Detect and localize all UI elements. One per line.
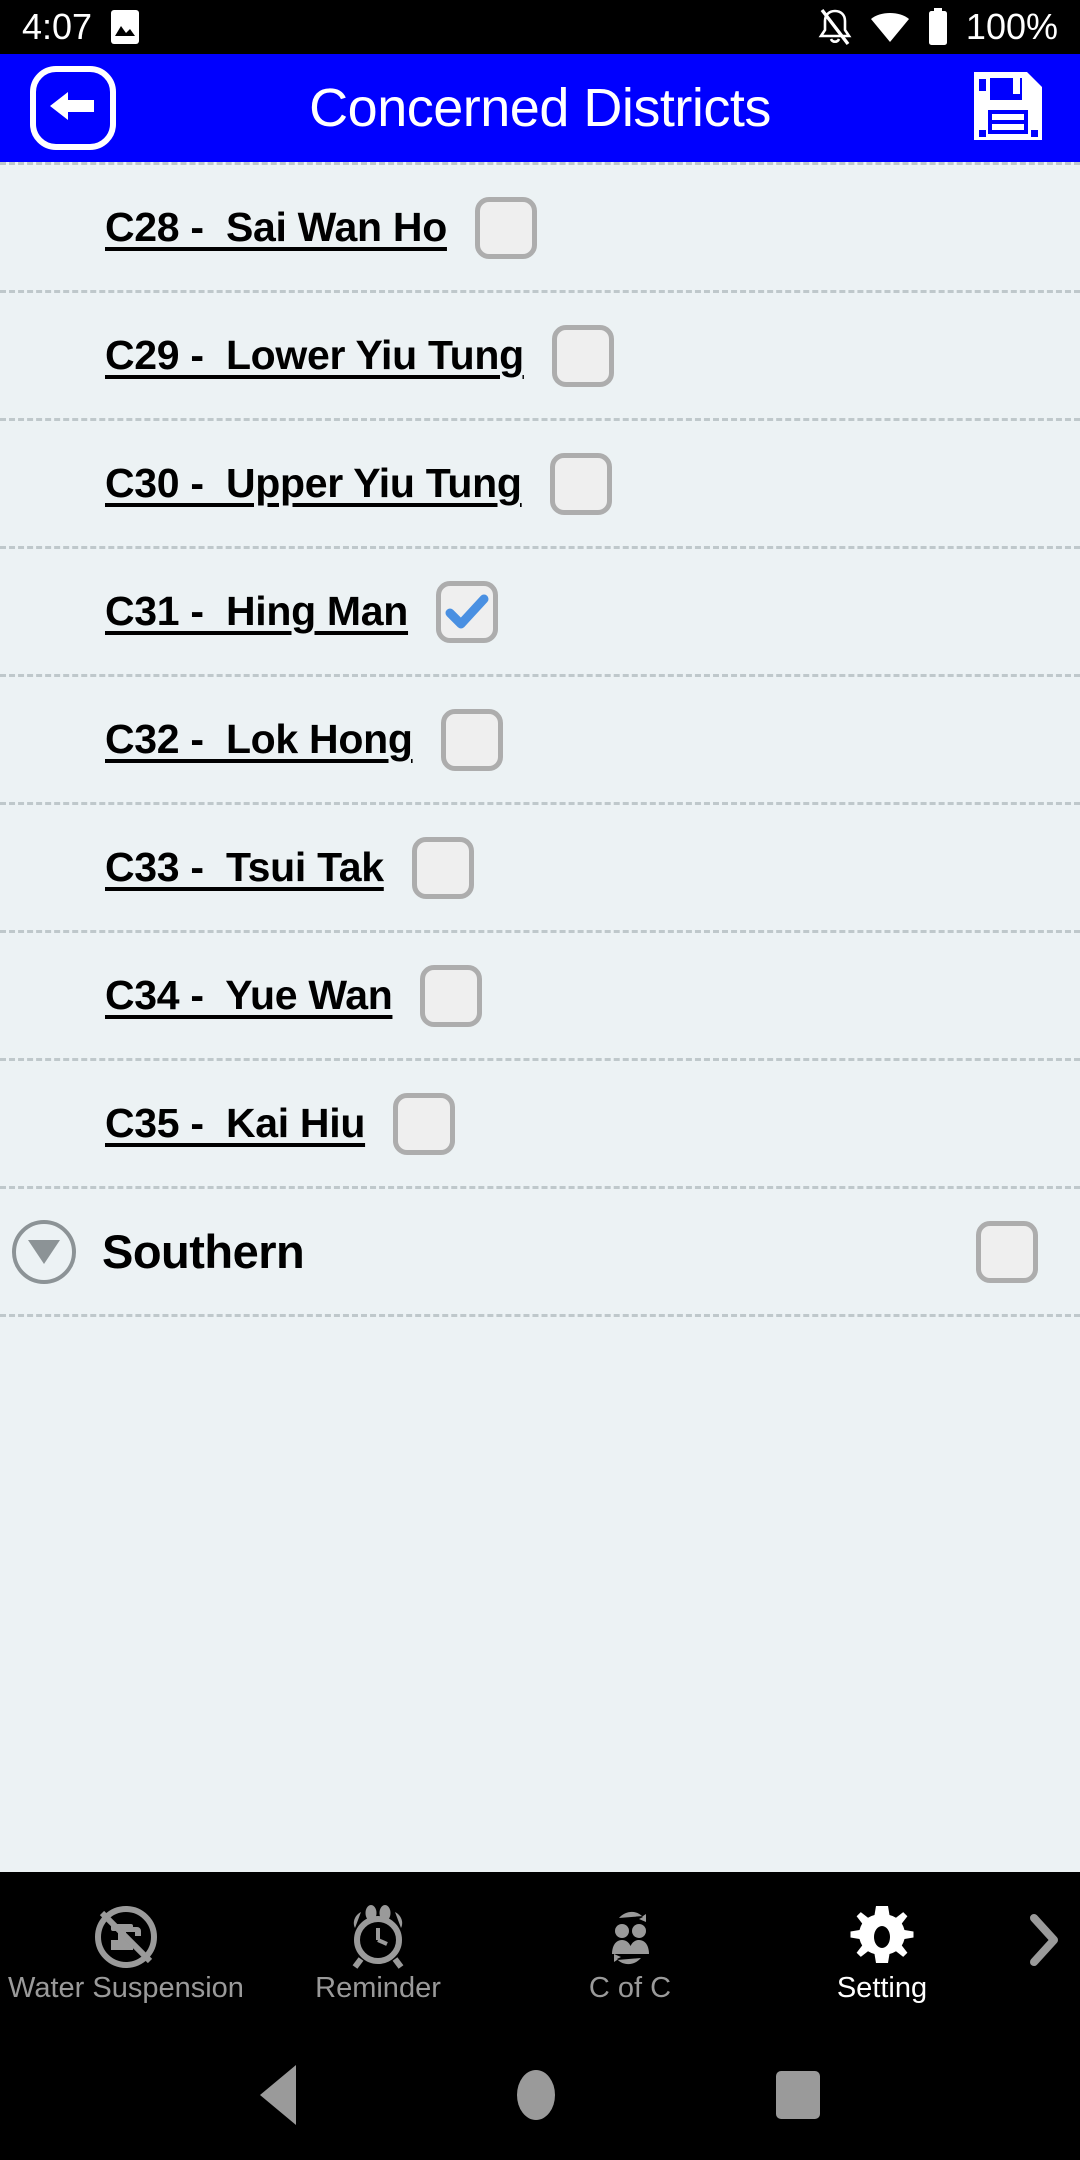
district-label: C32 - Lok Hong [105, 716, 413, 762]
wifi-icon [868, 9, 912, 45]
chevron-down-icon [28, 1239, 60, 1264]
row-divider [0, 1314, 1080, 1317]
battery-percent-label: 100% [965, 6, 1058, 47]
district-checkbox[interactable] [551, 324, 614, 387]
tab-water-suspension[interactable]: Water Suspension [0, 1872, 252, 2030]
no-water-tap-icon [93, 1905, 159, 1968]
group-checkbox[interactable] [976, 1220, 1038, 1283]
save-button[interactable] [966, 66, 1050, 150]
district-label: C29 - Lower Yiu Tung [105, 332, 524, 378]
district-checkbox[interactable] [440, 708, 503, 771]
app-screen: 4:07 100% Concerned Districts C28 - Sai … [0, 0, 1080, 2160]
android-navigation-bar [0, 2030, 1080, 2160]
district-label: C34 - Yue Wan [105, 972, 393, 1018]
arrow-left-icon [46, 84, 100, 133]
district-label: C30 - Upper Yiu Tung [105, 460, 522, 506]
district-label: C33 - Tsui Tak [105, 844, 384, 890]
table-row[interactable]: C34 - Yue Wan [0, 933, 1080, 1058]
circle-home-icon [516, 2070, 555, 2120]
district-checkbox[interactable] [474, 196, 537, 259]
tab-label: Water Suspension [8, 1971, 244, 2004]
table-row[interactable]: C32 - Lok Hong [0, 677, 1080, 802]
more-tabs-button[interactable] [1008, 1872, 1080, 2030]
nav-back-button[interactable] [260, 2065, 297, 2125]
table-row[interactable]: C31 - Hing Man [0, 549, 1080, 674]
group-label: Southern [102, 1225, 305, 1278]
status-time: 4:07 [22, 6, 93, 47]
table-row[interactable]: C30 - Upper Yiu Tung [0, 421, 1080, 546]
district-checkbox[interactable] [411, 836, 474, 899]
district-checkbox[interactable] [420, 964, 483, 1027]
status-left-icons [110, 9, 140, 45]
change-of-customer-icon [597, 1906, 663, 1968]
status-bar: 4:07 100% [0, 0, 1080, 54]
table-row[interactable]: C33 - Tsui Tak [0, 805, 1080, 930]
nav-recents-button[interactable] [775, 2071, 820, 2119]
district-label: C35 - Kai Hiu [105, 1100, 366, 1146]
back-button[interactable] [30, 66, 116, 150]
chevron-down-circle-icon[interactable] [12, 1219, 76, 1284]
page-title: Concerned Districts [309, 78, 771, 138]
table-row[interactable]: C35 - Kai Hiu [0, 1061, 1080, 1186]
notifications-off-icon [816, 7, 854, 47]
gear-icon [848, 1905, 916, 1968]
district-label: C31 - Hing Man [105, 588, 409, 634]
tab-reminder[interactable]: Reminder [252, 1872, 504, 2030]
district-checkbox[interactable] [393, 1092, 456, 1155]
triangle-back-icon [260, 2065, 297, 2125]
floppy-disk-save-icon [969, 67, 1047, 150]
image-icon [110, 9, 140, 45]
tab-setting[interactable]: Setting [756, 1872, 1008, 2030]
tab-c-of-c[interactable]: C of C [504, 1872, 756, 2030]
check-icon [445, 594, 489, 628]
bottom-tab-bar: Water Suspension Reminder C of C Setting [0, 1872, 1080, 2030]
chevron-right-icon [1027, 1912, 1061, 1973]
battery-full-icon [926, 7, 950, 47]
district-checkbox[interactable] [436, 580, 499, 643]
district-group-header[interactable]: Southern [0, 1189, 1080, 1314]
table-row[interactable]: C29 - Lower Yiu Tung [0, 293, 1080, 418]
nav-home-button[interactable] [516, 2070, 555, 2120]
square-recents-icon [775, 2071, 820, 2119]
table-row[interactable]: C28 - Sai Wan Ho [0, 165, 1080, 290]
tab-label: C of C [588, 1971, 672, 2004]
district-label: C28 - Sai Wan Ho [105, 204, 447, 250]
district-list[interactable]: C28 - Sai Wan Ho C29 - Lower Yiu Tung C30 … [0, 162, 1080, 1872]
tab-label: Setting [836, 1971, 928, 2004]
tab-label: Reminder [315, 1971, 441, 2004]
district-checkbox[interactable] [549, 452, 612, 515]
alarm-clock-icon [345, 1904, 411, 1969]
app-bar: Concerned Districts [0, 54, 1080, 162]
status-right-icons: 100% [816, 7, 1058, 47]
